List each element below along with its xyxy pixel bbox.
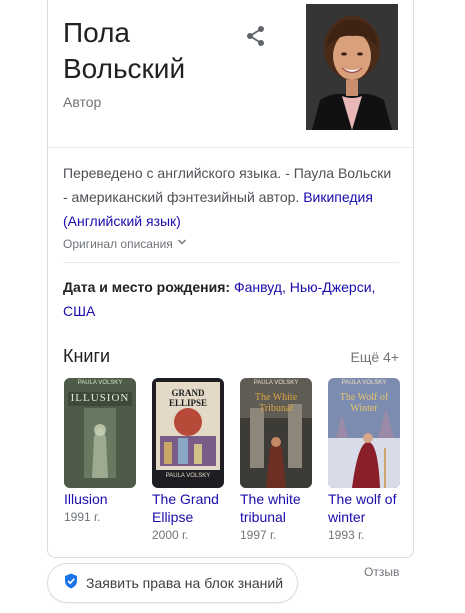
- description: Переведено с английского языка. - Паула …: [63, 161, 398, 233]
- claim-panel-label: Заявить права на блок знаний: [86, 575, 284, 591]
- cover-title: The White Tribunal: [254, 392, 298, 414]
- entity-type: Автор: [63, 94, 102, 110]
- chevron-down-icon: [176, 236, 188, 251]
- entity-name-line2: Вольский: [63, 53, 186, 84]
- cover-title: GRAND ELLIPSE: [168, 388, 208, 408]
- panel-header: Пола Вольский Автор: [48, 0, 413, 147]
- divider: [63, 262, 399, 263]
- book-cover-illusion[interactable]: PAULA VOLSKY ILLUSION: [64, 378, 136, 488]
- book-title[interactable]: The wolf of winter: [328, 490, 400, 526]
- book-title[interactable]: Illusion: [64, 490, 136, 508]
- cover-title: ILLUSION: [70, 392, 130, 404]
- book-item-illusion[interactable]: PAULA VOLSKY ILLUSION Illusion 1991 г.: [64, 378, 136, 544]
- books-heading: Книги: [63, 346, 111, 366]
- book-cover-white-tribunal[interactable]: PAULA VOLSKY The White Tribunal: [240, 378, 312, 488]
- entity-name: Пола Вольский: [63, 15, 243, 87]
- more-books-link[interactable]: Ещё 4+: [351, 349, 400, 365]
- entity-name-line1: Пола: [63, 17, 130, 48]
- book-cover-wolf-of-winter[interactable]: PAULA VOLSKY The Wolf of Winter: [328, 378, 400, 488]
- books-carousel: PAULA VOLSKY ILLUSION Illusion 1991 г. G…: [64, 378, 400, 544]
- book-title[interactable]: The Grand Ellipse: [152, 490, 224, 526]
- book-item-wolf-of-winter[interactable]: PAULA VOLSKY The Wolf of Winter The wolf…: [328, 378, 400, 544]
- born-label: Дата и место рождения:: [63, 279, 231, 295]
- share-icon[interactable]: [244, 24, 268, 48]
- cover-author: PAULA VOLSKY: [341, 380, 387, 386]
- verified-shield-icon: [64, 573, 78, 594]
- book-year: 1997 г.: [240, 528, 277, 542]
- book-item-grand-ellipse[interactable]: GRAND ELLIPSE PAULA VOLSKY The Grand Ell…: [152, 378, 224, 544]
- book-title[interactable]: The white tribunal: [240, 490, 312, 526]
- original-description-label: Оригинал описания: [63, 236, 173, 251]
- knowledge-panel: Пола Вольский Автор Переведено с английс…: [47, 0, 414, 558]
- book-year: 1991 г.: [64, 510, 101, 524]
- book-year: 2000 г.: [152, 528, 189, 542]
- cover-title: The Wolf of Winter: [339, 392, 389, 414]
- feedback-link[interactable]: Отзыв: [364, 565, 399, 579]
- divider: [48, 147, 413, 148]
- book-cover-grand-ellipse[interactable]: GRAND ELLIPSE PAULA VOLSKY: [152, 378, 224, 488]
- book-year: 1993 г.: [328, 528, 365, 542]
- cover-author: PAULA VOLSKY: [165, 473, 211, 479]
- claim-panel-button[interactable]: Заявить права на блок знаний: [47, 563, 298, 603]
- cover-author: PAULA VOLSKY: [77, 380, 123, 386]
- original-description-toggle[interactable]: Оригинал описания: [63, 236, 188, 251]
- born-attribute: Дата и место рождения: Фанвуд, Нью-Джерс…: [63, 275, 398, 323]
- cover-author: PAULA VOLSKY: [253, 380, 299, 386]
- author-portrait[interactable]: [306, 4, 398, 130]
- book-item-white-tribunal[interactable]: PAULA VOLSKY The White Tribunal The whit…: [240, 378, 312, 544]
